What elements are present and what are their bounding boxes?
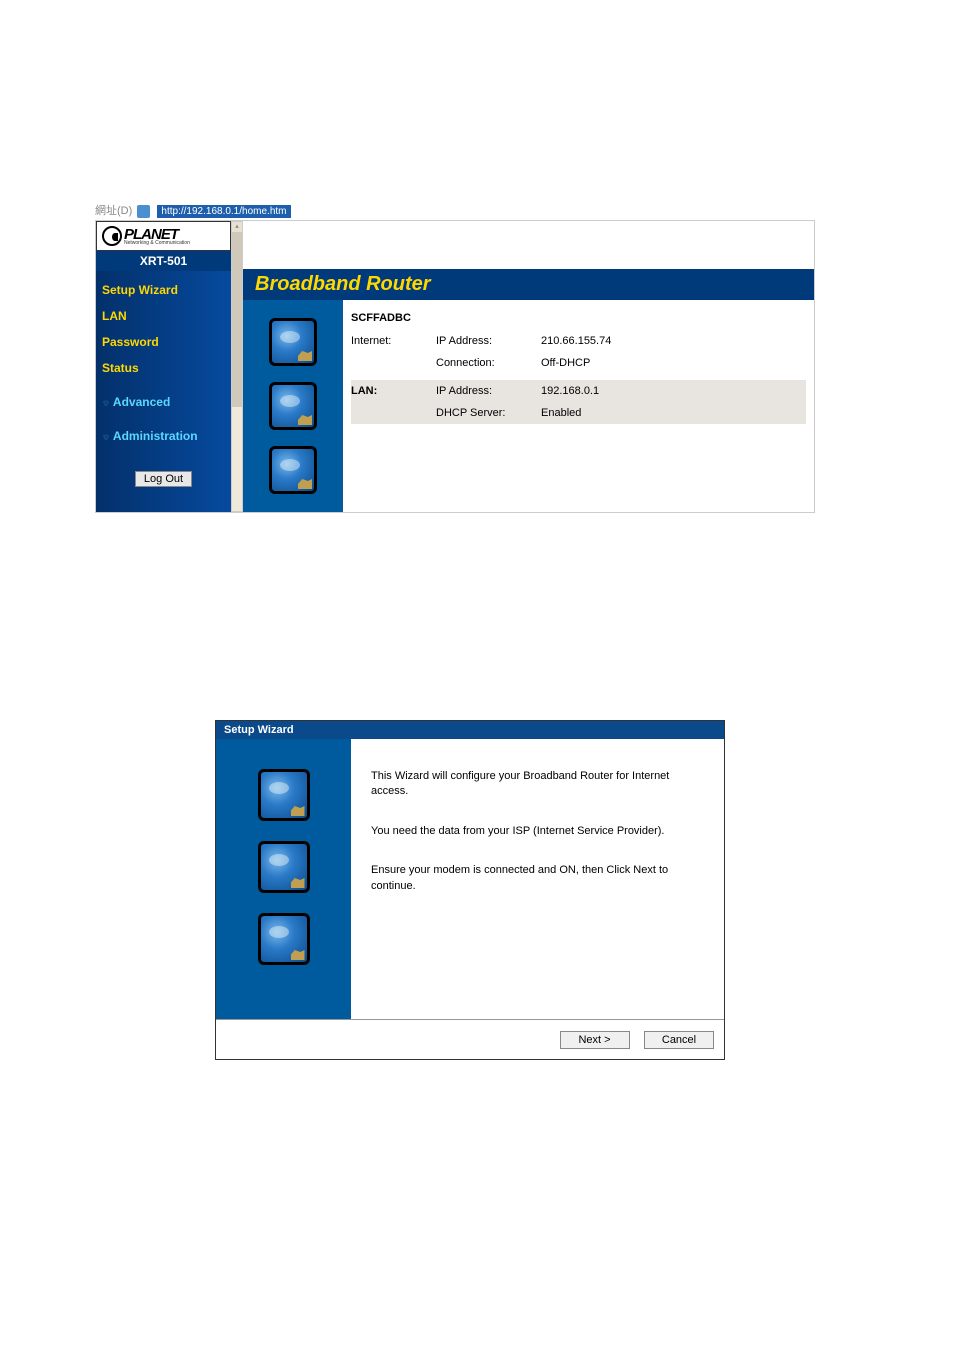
wizard-body: This Wizard will configure your Broadban… bbox=[216, 739, 724, 1019]
router-admin-window: 網址(D) http://192.168.0.1/home.htm PLANET… bbox=[95, 200, 815, 513]
value-connection: Off-DHCP bbox=[541, 357, 806, 369]
model-name: XRT-501 bbox=[96, 251, 231, 271]
nav-advanced[interactable]: Advanced bbox=[102, 389, 225, 415]
brand-tagline: Networking & Communication bbox=[124, 240, 190, 246]
wizard-icon-column bbox=[216, 739, 351, 1019]
label-ip: IP Address: bbox=[436, 335, 541, 347]
spacer bbox=[351, 407, 436, 419]
info-row-internet-conn: Connection: Off-DHCP bbox=[351, 352, 806, 374]
nav-lan[interactable]: LAN bbox=[102, 303, 225, 329]
cancel-button[interactable]: Cancel bbox=[644, 1031, 714, 1049]
hostname: SCFFADBC bbox=[351, 312, 806, 324]
ie-icon bbox=[137, 205, 150, 218]
info-column: SCFFADBC Internet: IP Address: 210.66.15… bbox=[343, 300, 814, 512]
wizard-button-bar: Next > Cancel bbox=[216, 1019, 724, 1059]
label-dhcp: DHCP Server: bbox=[436, 407, 541, 419]
nav-status[interactable]: Status bbox=[102, 355, 225, 381]
main-area: Broadband Router SCFFADBC Internet: IP A… bbox=[243, 221, 814, 512]
brand-logo: PLANET Networking & Communication bbox=[99, 225, 228, 247]
value-internet-ip: 210.66.155.74 bbox=[541, 335, 806, 347]
address-label: 網址(D) bbox=[95, 205, 132, 217]
wizard-paragraph-2: You need the data from your ISP (Interne… bbox=[371, 824, 704, 839]
info-row-internet-ip: Internet: IP Address: 210.66.155.74 bbox=[351, 330, 806, 352]
nav-administration[interactable]: Administration bbox=[102, 423, 225, 449]
wizard-paragraph-1: This Wizard will configure your Broadban… bbox=[371, 769, 704, 800]
value-dhcp: Enabled bbox=[541, 407, 806, 419]
page-heading: Broadband Router bbox=[243, 269, 814, 300]
globe-icon bbox=[258, 913, 310, 965]
next-button[interactable]: Next > bbox=[560, 1031, 630, 1049]
scroll-up-icon[interactable]: ▴ bbox=[232, 222, 242, 232]
globe-icon bbox=[269, 446, 317, 494]
wizard-paragraph-3: Ensure your modem is connected and ON, t… bbox=[371, 863, 704, 894]
info-row-lan-dhcp: DHCP Server: Enabled bbox=[351, 402, 806, 424]
content-row: SCFFADBC Internet: IP Address: 210.66.15… bbox=[243, 300, 814, 512]
main-spacer bbox=[243, 221, 814, 269]
router-body: PLANET Networking & Communication XRT-50… bbox=[95, 220, 815, 513]
spacer bbox=[351, 357, 436, 369]
planet-logo-icon bbox=[102, 226, 122, 246]
label-lan-ip: IP Address: bbox=[436, 385, 541, 397]
nav-password[interactable]: Password bbox=[102, 329, 225, 355]
label-lan: LAN: bbox=[351, 385, 436, 397]
globe-icon bbox=[269, 318, 317, 366]
globe-icon bbox=[269, 382, 317, 430]
address-bar: 網址(D) http://192.168.0.1/home.htm bbox=[95, 200, 815, 220]
label-internet: Internet: bbox=[351, 335, 436, 347]
globe-icon bbox=[258, 841, 310, 893]
nav-list: Setup Wizard LAN Password Status Advance… bbox=[96, 271, 231, 508]
sidebar: PLANET Networking & Communication XRT-50… bbox=[96, 221, 231, 512]
scroll-thumb[interactable] bbox=[232, 232, 242, 407]
icon-column bbox=[243, 300, 343, 512]
value-lan-ip: 192.168.0.1 bbox=[541, 385, 806, 397]
nav-setup-wizard[interactable]: Setup Wizard bbox=[102, 277, 225, 303]
wizard-text: This Wizard will configure your Broadban… bbox=[351, 739, 724, 1019]
info-row-lan-ip: LAN: IP Address: 192.168.0.1 bbox=[351, 380, 806, 402]
url-field[interactable]: http://192.168.0.1/home.htm bbox=[157, 205, 290, 218]
logout-button[interactable]: Log Out bbox=[135, 471, 192, 487]
globe-icon bbox=[258, 769, 310, 821]
logout-wrap: Log Out bbox=[102, 469, 225, 487]
label-connection: Connection: bbox=[436, 357, 541, 369]
setup-wizard-dialog: Setup Wizard This Wizard will configure … bbox=[215, 720, 725, 1060]
logo-area: PLANET Networking & Communication bbox=[96, 221, 231, 251]
sidebar-scrollbar[interactable]: ▴ bbox=[231, 221, 243, 512]
wizard-title: Setup Wizard bbox=[216, 721, 724, 739]
